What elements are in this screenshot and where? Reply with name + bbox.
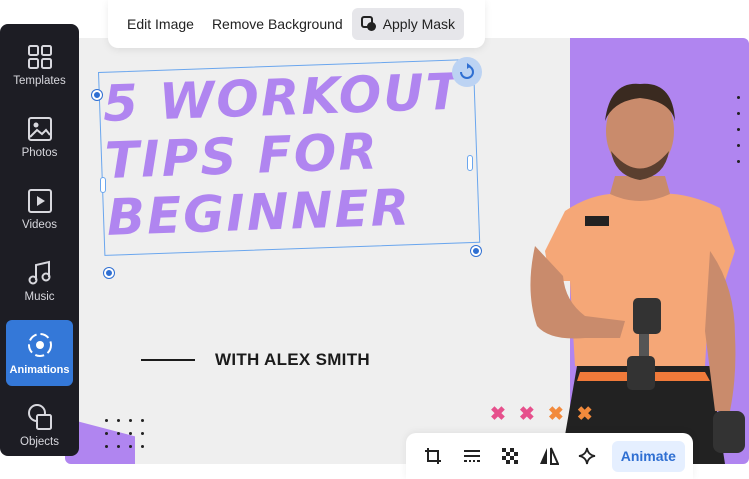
byline-rule [141,359,195,361]
line-style-button[interactable] [453,440,492,472]
resize-handle-left[interactable] [100,177,106,193]
sidebar-item-templates[interactable]: Templates [6,32,73,98]
sidebar-item-label: Photos [21,146,58,159]
top-toolbar: Edit Image Remove Background Apply Mask [108,0,485,48]
sidebar-item-label: Animations [9,363,70,376]
byline-text: WITH ALEX SMITH [215,350,370,369]
checker-icon [502,448,519,464]
sidebar-item-music[interactable]: Music [6,248,73,314]
apply-mask-label: Apply Mask [382,16,456,32]
rotate-handle[interactable] [452,57,482,87]
resize-handle-bottom-left[interactable] [104,268,114,278]
rotate-icon [460,63,474,79]
decorative-crosses: ✖ ✖ ✖ ✖ [490,403,593,426]
cross-icon: ✖ [576,404,593,425]
apply-mask-button[interactable]: Apply Mask [351,8,465,40]
sparkle-icon [579,447,596,465]
dumbbell-right [713,411,745,453]
templates-icon [27,44,52,69]
effects-button[interactable] [568,440,607,472]
animations-icon [27,332,52,357]
animate-button[interactable]: Animate [611,440,685,472]
bottom-toolbar: Animate [406,433,693,479]
lines-icon [463,450,480,462]
resize-handle-right[interactable] [467,155,473,171]
sidebar-item-label: Templates [13,74,66,87]
crop-icon [425,448,442,464]
music-icon [28,260,50,284]
editor-stage: 5 WORKOUT TIPS FOR BEGINNER WITH ALEX SM… [0,0,749,479]
sidebar-item-photos[interactable]: Photos [6,104,73,170]
selection-box[interactable] [98,58,481,256]
decorative-dots-bottom-left [105,419,144,448]
cross-icon: ✖ [490,404,506,425]
crop-button[interactable] [414,440,453,472]
sidebar-item-label: Videos [22,218,57,231]
sidebar-item-videos[interactable]: Videos [6,176,73,242]
left-sidebar: Templates Photos Videos Music Animations… [0,24,79,456]
sidebar-item-label: Music [24,290,55,303]
cross-icon: ✖ [518,404,535,425]
sidebar-item-label: Objects [20,435,59,448]
transparency-button[interactable] [491,440,530,472]
edit-image-button[interactable]: Edit Image [118,8,203,40]
remove-background-button[interactable]: Remove Background [203,8,352,40]
videos-icon [27,188,52,213]
objects-icon [27,403,52,430]
cross-icon: ✖ [547,404,564,425]
byline[interactable]: WITH ALEX SMITH [141,350,370,370]
mask-icon [360,16,376,31]
flip-icon [539,447,559,465]
sidebar-item-animations[interactable]: Animations [6,320,73,386]
sidebar-item-objects[interactable]: Objects [6,392,73,458]
photos-icon [27,116,52,141]
resize-handle-bottom-right[interactable] [471,246,481,256]
resize-handle-top-left[interactable] [92,90,102,100]
decorative-dots-right [737,96,743,176]
flip-button[interactable] [530,440,569,472]
